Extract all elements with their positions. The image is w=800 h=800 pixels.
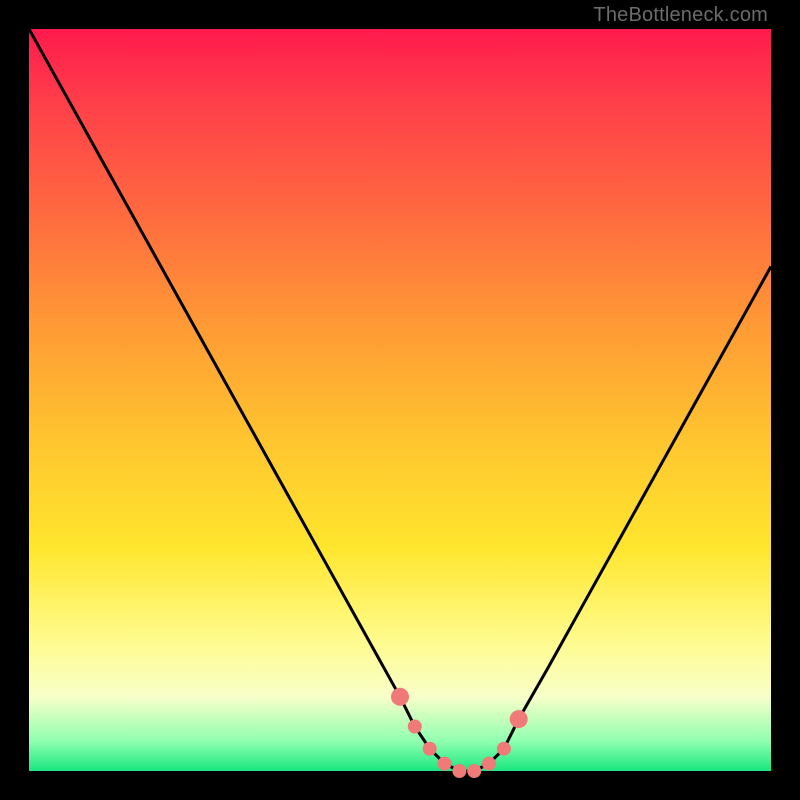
highlight-dot [510,710,528,728]
highlight-dot [408,720,422,734]
highlight-dot [482,757,496,771]
highlight-dot [423,742,437,756]
highlight-dot [497,742,511,756]
highlight-dot [438,757,452,771]
optimal-range-dots [391,688,528,778]
plot-area [29,29,771,771]
chart-frame: TheBottleneck.com [0,0,800,800]
highlight-dot [452,764,466,778]
highlight-dot [467,764,481,778]
highlight-dot [391,688,409,706]
bottleneck-curve-path [29,29,771,771]
chart-svg [29,29,771,771]
watermark-text: TheBottleneck.com [593,4,768,27]
